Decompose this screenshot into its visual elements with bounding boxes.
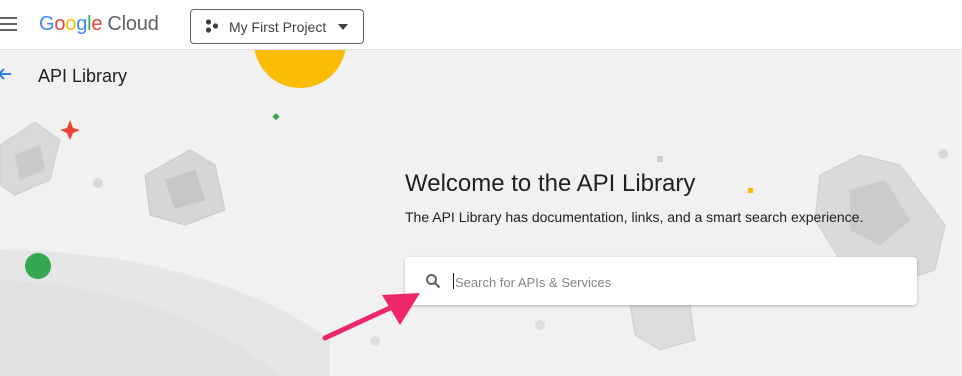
top-navigation-bar: Google Cloud My First Project bbox=[0, 0, 962, 50]
green-circle-decoration bbox=[25, 253, 51, 279]
yellow-circle-decoration bbox=[254, 50, 346, 88]
google-cloud-logo[interactable]: Google Cloud bbox=[39, 13, 159, 36]
rock-decoration-left bbox=[0, 121, 61, 196]
project-dots-icon bbox=[205, 19, 219, 33]
project-selector-button[interactable]: My First Project bbox=[190, 9, 364, 44]
arrow-back-icon[interactable] bbox=[0, 66, 12, 82]
search-input[interactable] bbox=[453, 269, 897, 295]
yellow-square-decoration bbox=[748, 188, 753, 193]
pointer-arrow-icon bbox=[322, 293, 420, 341]
project-selector-label: My First Project bbox=[229, 19, 327, 35]
welcome-heading: Welcome to the API Library bbox=[405, 170, 696, 197]
hamburger-menu-icon[interactable] bbox=[0, 16, 18, 32]
search-box[interactable] bbox=[405, 257, 917, 305]
text-cursor bbox=[453, 273, 454, 289]
chevron-down-icon bbox=[338, 24, 348, 30]
grey-dot-decoration bbox=[93, 178, 103, 188]
rock-decoration-mid bbox=[144, 149, 226, 226]
red-star-decoration bbox=[60, 120, 80, 140]
logo-product-text: Cloud bbox=[107, 13, 159, 35]
green-square-decoration bbox=[272, 113, 280, 121]
grey-square-decoration bbox=[657, 156, 663, 162]
page-title: API Library bbox=[38, 66, 128, 86]
welcome-description: The API Library has documentation, links… bbox=[405, 209, 864, 225]
